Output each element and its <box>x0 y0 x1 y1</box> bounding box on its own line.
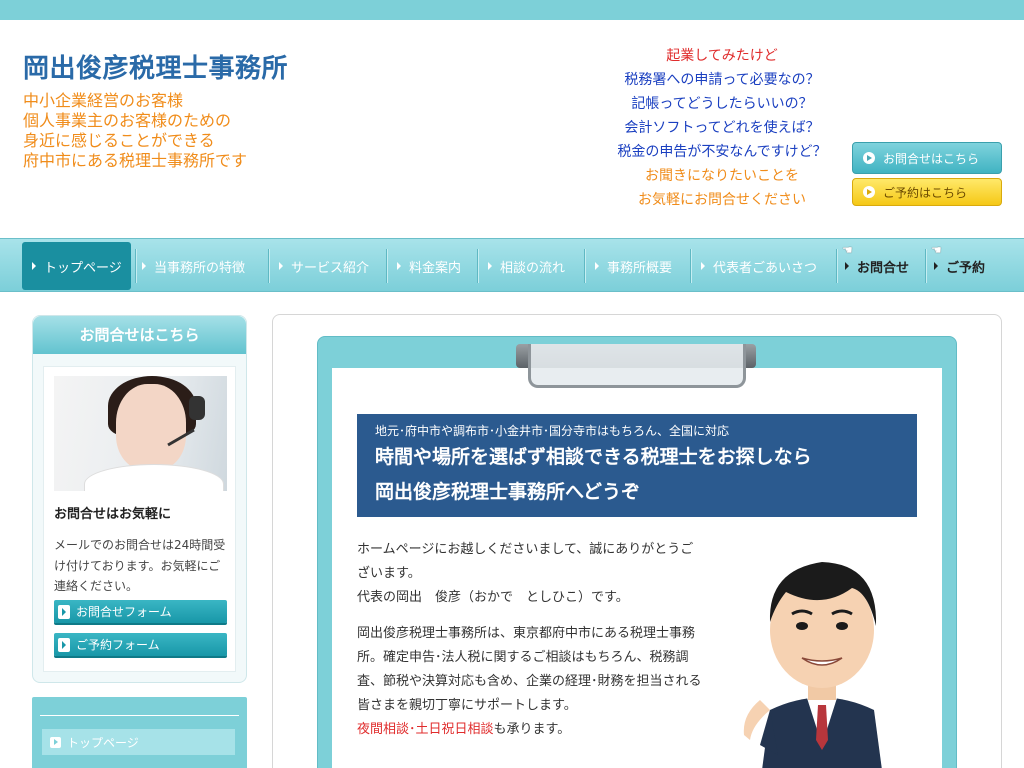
faq-list: 起業してみたけど 税務署への申請って必要なの？ 記帳ってどうしたらいいの？ 会計… <box>600 44 844 212</box>
sidebar-menu-item-top[interactable]: トップページ <box>42 729 235 755</box>
header-contact-button[interactable]: お問合せはこちら <box>852 142 1002 174</box>
nav-divider <box>836 249 837 283</box>
faq-item: お聞きになりたいことを <box>645 168 799 184</box>
office-description: 岡出俊彦税理士事務所は、東京都府中市にある税理士事務所。確定申告･法人税に関する… <box>357 626 702 713</box>
arrow-right-icon <box>488 262 492 270</box>
nav-label: 代表者ごあいさつ <box>713 260 818 276</box>
play-icon <box>863 152 875 164</box>
nav-label: サービス紹介 <box>291 260 370 276</box>
sidebar-menu: トップページ <box>32 697 247 768</box>
arrow-right-icon <box>58 637 70 652</box>
tagline-line: 中小企業経営のお客様 <box>23 91 184 110</box>
contact-form-label: お問合せフォーム <box>76 605 172 619</box>
arrow-right-icon <box>142 262 146 270</box>
greeting-paragraph: 代表の岡出 俊彦（おかで としひこ）です。 <box>357 590 629 605</box>
headset <box>189 396 205 420</box>
nav-item-flow[interactable]: 相談の流れ <box>488 239 565 293</box>
faq-item: 会計ソフトってどれを使えば？ <box>624 120 820 136</box>
tagline: 中小企業経営のお客様 個人事業主のお客様のための 身近に感じることができる 府中… <box>23 91 247 171</box>
nav-item-features[interactable]: 当事務所の特徴 <box>142 239 245 293</box>
nav-item-reserve[interactable]: ご予約 <box>934 239 985 293</box>
greeting-text: ホームページにお越しくださいまして、誠にありがとうございます。 代表の岡出 俊彦… <box>357 538 702 754</box>
tagline-line: 個人事業主のお客様のための <box>23 111 232 130</box>
nav-divider <box>477 249 478 283</box>
nav-item-pricing[interactable]: 料金案内 <box>397 239 461 293</box>
arrow-right-icon <box>50 736 61 748</box>
arrow-right-icon <box>58 604 70 619</box>
global-nav: トップページ 当事務所の特徴 サービス紹介 料金案内 相談の流れ 事務所概要 代… <box>0 238 1024 292</box>
site-title[interactable]: 岡出俊彦税理士事務所 <box>23 48 288 85</box>
face <box>116 384 186 470</box>
tagline-line: 府中市にある税理士事務所です <box>23 151 248 170</box>
top-accent-bar <box>0 0 1024 20</box>
hero-banner: 地元･府中市や調布市･小金井市･国分寺市はもちろん、全国に対応 時間や場所を選ば… <box>357 414 917 517</box>
nav-divider <box>584 249 585 283</box>
nav-item-greeting[interactable]: 代表者ごあいさつ <box>701 239 817 293</box>
faq-item: お気軽にお問合せください <box>638 192 806 208</box>
faq-item: 起業してみたけど <box>666 48 778 64</box>
arrow-right-icon <box>845 262 849 270</box>
sidebar-contact-box: お問合せはこちら お問合せはお気軽に メールでのお問合せは24時間受け付けており… <box>32 315 247 683</box>
sidebar-title: お問合せはこちら <box>33 316 246 354</box>
nav-divider <box>135 249 136 283</box>
representative-illustration <box>743 562 882 768</box>
arrow-right-icon <box>934 262 938 270</box>
faq-item: 税金の申告が不安なんですけど？ <box>617 144 827 160</box>
hero-headline-1: 時間や場所を選ばず相談できる税理士をお探しなら <box>375 446 812 468</box>
nav-label: 当事務所の特徴 <box>154 260 246 276</box>
operator-photo <box>54 376 227 491</box>
office-description-end: も承ります。 <box>493 722 571 737</box>
body <box>84 464 224 491</box>
arrow-right-icon <box>701 262 705 270</box>
greeting-paragraph: ホームページにお越しくださいまして、誠にありがとうございます。 <box>357 542 694 581</box>
arrow-right-icon <box>32 262 36 270</box>
hero-area-text: 地元･府中市や調布市･小金井市･国分寺市はもちろん、全国に対応 <box>375 424 730 438</box>
clipboard-clip-ring <box>528 344 746 388</box>
nav-divider <box>268 249 269 283</box>
night-weekend-highlight: 夜間相談･土日祝日相談 <box>357 722 494 737</box>
faq-item: 記帳ってどうしたらいいの？ <box>631 96 813 112</box>
nav-label: トップページ <box>44 260 122 276</box>
nav-divider <box>925 249 926 283</box>
arrow-right-icon <box>595 262 599 270</box>
sidebar-menu-label: トップページ <box>67 735 139 750</box>
nav-item-office[interactable]: 事務所概要 <box>595 239 672 293</box>
sidebar-contact-card: お問合せはお気軽に メールでのお問合せは24時間受け付けております。お気軽にご連… <box>43 366 236 672</box>
header-reserve-label: ご予約はこちら <box>883 185 968 200</box>
nav-label: お問合せ <box>857 260 910 276</box>
nav-item-services[interactable]: サービス紹介 <box>279 239 369 293</box>
nav-item-top[interactable]: トップページ <box>22 242 131 290</box>
sidebar-heading: お問合せはお気軽に <box>54 507 172 522</box>
sidebar-text: メールでのお問合せは24時間受け付けております。お気軽にご連絡ください。 <box>54 538 226 593</box>
faq-item: 税務署への申請って必要なの？ <box>624 72 820 88</box>
hero-headline-2: 岡出俊彦税理士事務所へどうぞ <box>375 481 641 503</box>
contact-form-button[interactable]: お問合せフォーム <box>54 600 227 623</box>
divider <box>40 715 239 716</box>
nav-divider <box>386 249 387 283</box>
nav-item-contact[interactable]: お問合せ <box>845 239 909 293</box>
header-contact-label: お問合せはこちら <box>883 151 980 166</box>
nav-label: ご予約 <box>946 260 986 276</box>
play-icon <box>863 186 875 198</box>
arrow-right-icon <box>279 262 283 270</box>
nav-label: 事務所概要 <box>607 260 673 276</box>
reserve-form-button[interactable]: ご予約フォーム <box>54 633 227 656</box>
reserve-form-label: ご予約フォーム <box>76 638 160 652</box>
nav-divider <box>690 249 691 283</box>
arrow-right-icon <box>397 262 401 270</box>
nav-label: 料金案内 <box>409 260 462 276</box>
tagline-line: 身近に感じることができる <box>23 131 215 150</box>
header-reserve-button[interactable]: ご予約はこちら <box>852 178 1002 206</box>
nav-label: 相談の流れ <box>500 260 566 276</box>
